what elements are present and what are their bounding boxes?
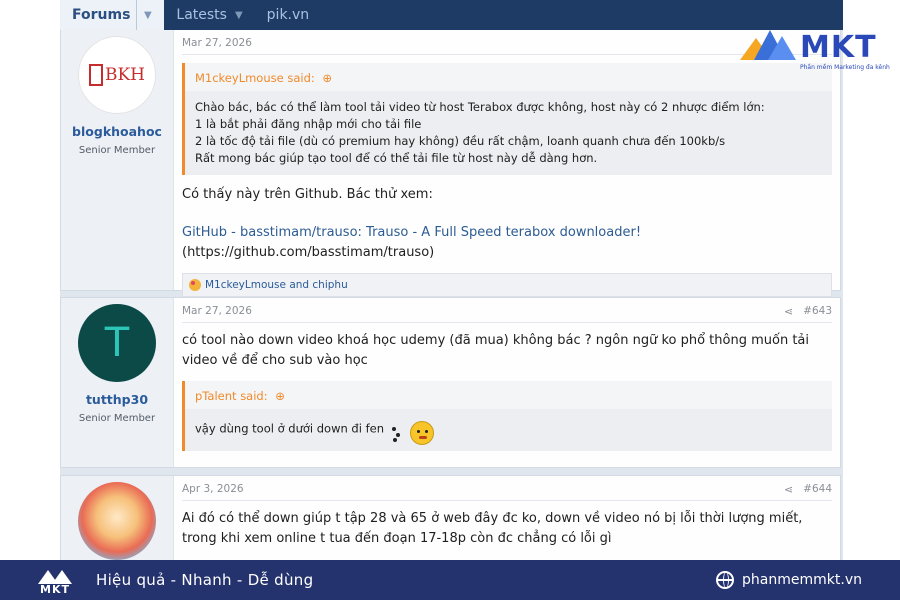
share-icon[interactable]: ⋖	[784, 483, 793, 496]
tab-latests-label: Latests	[176, 7, 227, 23]
post: Apr 3, 2026 ⋖ #644 Ai đó có thể down giú…	[60, 475, 841, 560]
post-text: Có thấy này trên Github. Bác thử xem:	[182, 187, 433, 202]
post-date[interactable]: Mar 27, 2026	[182, 37, 252, 49]
quote-header[interactable]: M1ckeyLmouse said: ⊕	[185, 63, 832, 91]
thread-content: BKH blogkhoahoc Senior Member Mar 27, 20…	[60, 30, 843, 560]
avatar-letter: T	[104, 320, 130, 366]
globe-icon	[716, 571, 735, 589]
quote-body: Chào bác, bác có thể làm tool tải video …	[185, 91, 832, 175]
post-body: Có thấy này trên Github. Bác thử xem: Gi…	[182, 185, 832, 263]
quote-text: vậy dùng tool ở dưới down đi fen	[195, 421, 384, 436]
chevron-down-icon[interactable]: ▼	[136, 0, 158, 30]
post: BKH blogkhoahoc Senior Member Mar 27, 20…	[60, 30, 841, 297]
mkt-logo-icon	[740, 30, 800, 60]
quote-header[interactable]: pTalent said: ⊕	[185, 381, 832, 409]
bkh-mark-icon	[88, 64, 103, 86]
post-date[interactable]: Mar 27, 2026	[182, 305, 252, 317]
quote-author: pTalent said:	[195, 389, 268, 403]
tab-forums[interactable]: Forums ▼	[60, 0, 165, 30]
reactions-bar[interactable]: M1ckeyLmouse and chiphu	[182, 273, 832, 297]
banner-site[interactable]: phanmemmkt.vn	[716, 560, 862, 600]
emoji-face	[409, 421, 434, 445]
username[interactable]: blogkhoahoc	[72, 124, 162, 139]
quote-author: M1ckeyLmouse said:	[195, 71, 315, 85]
post-text: Ai đó có thể down giúp t tập 28 và 65 ở …	[182, 511, 803, 546]
banner-logo-text: MKT	[40, 583, 70, 596]
post-date[interactable]: Apr 3, 2026	[182, 483, 244, 495]
quote-block: M1ckeyLmouse said: ⊕ Chào bác, bác có th…	[182, 63, 832, 175]
avatar[interactable]: T	[78, 304, 156, 382]
mkt-logo-icon: MKT	[38, 564, 82, 596]
divider	[182, 54, 832, 55]
avatar[interactable]: BKH	[78, 36, 156, 114]
quote-line: 2 là tốc độ tải file (dù có premium hay …	[195, 134, 726, 148]
quote-block: pTalent said: ⊕ vậy dùng tool ở dưới dow…	[182, 381, 832, 451]
avatar-text: BKH	[104, 65, 146, 85]
avatar[interactable]	[78, 482, 156, 560]
post-main: Mar 27, 2026 ⋖ #643 có tool nào down vid…	[174, 298, 840, 467]
username[interactable]: tutthp30	[86, 392, 148, 407]
post-number[interactable]: #643	[803, 305, 832, 317]
mkt-brand: MKT	[800, 30, 877, 65]
post-user-panel: T tutthp30 Senior Member	[61, 298, 174, 467]
user-title: Senior Member	[78, 145, 156, 156]
github-url[interactable]: (https://github.com/basstimam/trauso)	[182, 243, 832, 263]
post-user-panel: BKH blogkhoahoc Senior Member	[61, 30, 174, 290]
post: T tutthp30 Senior Member Mar 27, 2026 ⋖ …	[60, 297, 841, 468]
bkh-logo: BKH	[88, 64, 146, 86]
github-link[interactable]: GitHub - basstimam/trauso: Trauso - A Fu…	[182, 223, 832, 243]
mkt-tagline: Phần mềm Marketing đa kênh	[800, 64, 890, 71]
tab-pik[interactable]: pik.vn	[255, 0, 322, 30]
mkt-watermark: MKT Phần mềm Marketing đa kênh	[740, 30, 890, 74]
dots	[391, 423, 408, 443]
quote-line: 1 là bắt phải đăng nhập mới cho tải file	[195, 117, 422, 131]
chevron-down-icon[interactable]: ▼	[235, 10, 243, 21]
post-user-panel	[61, 476, 174, 560]
quote-line: Chào bác, bác có thể làm tool tải video …	[195, 100, 765, 114]
divider	[182, 322, 832, 323]
laughing-emoji-icon	[391, 413, 434, 445]
banner-slogan: Hiệu quả - Nhanh - Dễ dùng	[96, 571, 314, 589]
footer-banner: MKT Hiệu quả - Nhanh - Dễ dùng phanmemmk…	[0, 560, 900, 600]
reactions-users[interactable]: M1ckeyLmouse and chiphu	[205, 279, 348, 291]
quote-body: vậy dùng tool ở dưới down đi fen	[185, 409, 832, 451]
tab-latests[interactable]: Latests ▼	[164, 0, 254, 30]
site-url[interactable]: phanmemmkt.vn	[742, 572, 862, 588]
quote-line: Rất mong bác giúp tạo tool để có thể tải…	[195, 151, 598, 165]
post-number[interactable]: #644	[803, 483, 832, 495]
tab-forums-label: Forums	[72, 7, 131, 23]
expand-arrow-icon[interactable]: ⊕	[322, 71, 332, 85]
post-meta: Apr 3, 2026 ⋖ #644	[182, 482, 832, 496]
tab-pik-label: pik.vn	[266, 7, 310, 23]
divider	[182, 500, 832, 501]
share-icon[interactable]: ⋖	[784, 305, 793, 318]
expand-arrow-icon[interactable]: ⊕	[275, 389, 285, 403]
user-title: Senior Member	[78, 413, 156, 424]
peak	[52, 570, 72, 584]
top-navigation: Forums ▼ Latests ▼ pik.vn	[60, 0, 843, 30]
post-text: có tool nào down video khoá học udemy (đ…	[182, 333, 809, 368]
post-meta: Mar 27, 2026 ⋖ #643	[182, 304, 832, 318]
post-main: Apr 3, 2026 ⋖ #644 Ai đó có thể down giú…	[174, 476, 840, 560]
love-reaction-icon	[189, 279, 201, 291]
post-meta: Mar 27, 2026	[182, 36, 832, 50]
